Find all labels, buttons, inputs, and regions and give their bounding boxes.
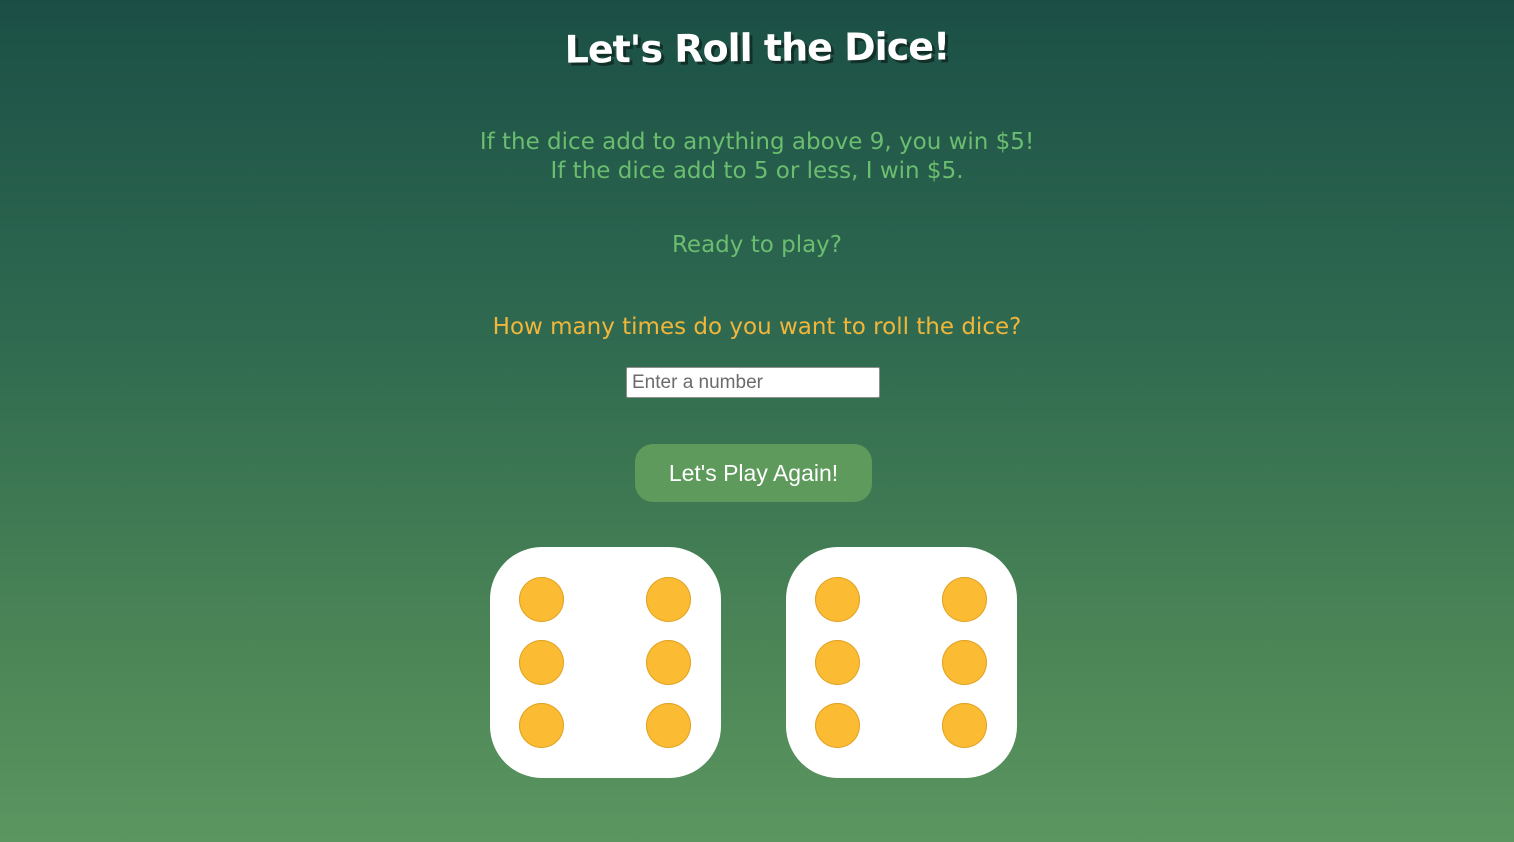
play-again-button[interactable]: Let's Play Again! [635,444,872,502]
rules-line-lose: If the dice add to 5 or less, I win $5. [550,158,964,184]
die-pip [646,703,691,748]
rules-text: If the dice add to anything above 9, you… [0,128,1514,186]
die-right [786,547,1017,778]
die-pip [815,640,860,685]
die-pip [815,703,860,748]
die-left [490,547,721,778]
roll-count-question: How many times do you want to roll the d… [492,314,1022,340]
die-pip [942,640,987,685]
rules-line-win: If the dice add to anything above 9, you… [479,129,1035,155]
die-pip [815,577,860,622]
ready-prompt: Ready to play? [671,232,843,258]
die-pip [646,577,691,622]
die-pip [519,640,564,685]
die-pip [646,640,691,685]
roll-count-input[interactable] [626,367,880,398]
die-pip [519,577,564,622]
die-pip [942,577,987,622]
page-title: Let's Roll the Dice! [564,24,950,72]
die-pip [942,703,987,748]
die-pip [519,703,564,748]
